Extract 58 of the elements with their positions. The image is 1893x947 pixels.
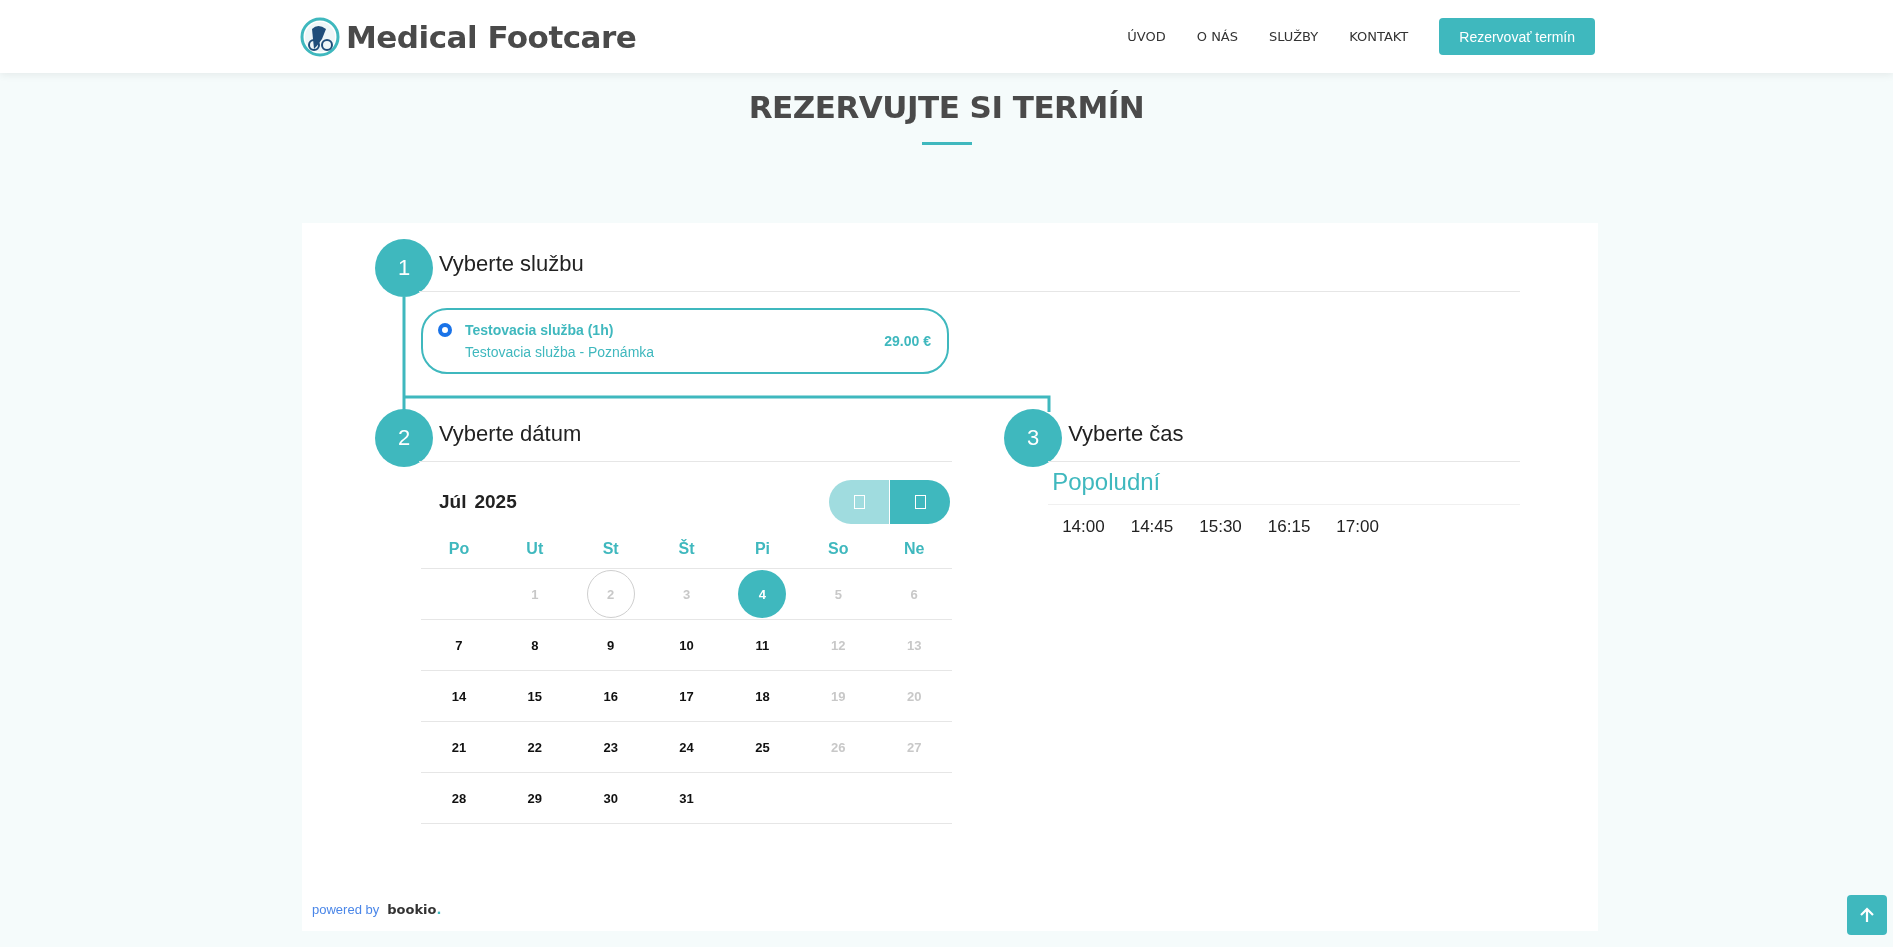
step-number: 2 [375,409,433,467]
calendar-day[interactable]: 22 [510,723,559,771]
arrow-up-icon [1860,907,1874,923]
calendar-day[interactable]: 8 [510,621,559,669]
calendar-day[interactable]: 16 [586,672,635,720]
weekday-label: Po [448,540,470,558]
service-note: Testovacia služba - Poznámka [465,344,656,360]
time-slot[interactable]: 14:00 [1062,517,1105,537]
calendar-day[interactable]: 28 [434,774,483,822]
step-title: Vyberte čas [1048,421,1520,462]
calendar-day[interactable]: 30 [586,774,635,822]
next-month-button[interactable] [890,480,951,524]
month-label: Júl [439,491,467,513]
weekday-label: Št [678,540,695,558]
year-label: 2025 [474,491,517,513]
square-icon [853,495,865,509]
brand-logo[interactable]: bookio. [387,902,442,917]
back-to-top-button[interactable] [1847,895,1887,935]
weekday-label: So [828,540,849,558]
calendar-day[interactable]: 18 [738,672,787,720]
time-slot[interactable]: 16:15 [1267,517,1311,537]
weekday-label: St [602,540,619,558]
calendar-day[interactable]: 9 [586,621,635,669]
logo-text[interactable]: Medical Footcare [346,18,637,55]
time-slot[interactable]: 17:00 [1336,517,1379,537]
calendar-day[interactable]: 25 [738,723,787,771]
time-slot[interactable]: 15:30 [1199,517,1242,537]
calendar-day[interactable]: 14 [434,672,483,720]
calendar-day[interactable]: 15 [510,672,559,720]
calendar-day[interactable]: 24 [662,723,711,771]
service-name: Testovacia služba (1h) [465,322,615,338]
service-price: 29.00 € [884,333,931,349]
nav-link[interactable]: KONTAKT [1349,29,1409,44]
weekday-label: Pi [754,540,770,558]
calendar-day[interactable]: 10 [662,621,711,669]
calendar-day[interactable]: 21 [434,723,483,771]
calendar-day[interactable]: 23 [586,723,635,771]
nav-link[interactable]: ÚVOD [1127,29,1166,44]
calendar-day[interactable]: 29 [510,774,559,822]
time-slot[interactable]: 14:45 [1130,517,1174,537]
step-number: 3 [1004,409,1063,467]
step-title: Vyberte službu [419,251,1520,292]
weekday-label: Ne [903,540,925,558]
step-title: Vyberte dátum [419,421,953,462]
calendar-day[interactable]: 7 [434,621,483,669]
calendar-day[interactable]: 11 [738,621,787,669]
calendar-day[interactable]: 17 [662,672,711,720]
calendar-day[interactable]: 31 [662,774,711,822]
radio-button[interactable] [439,324,451,336]
step-number: 1 [375,239,433,297]
weekday-label: Ut [526,540,544,558]
powered-by-text: powered by [312,902,380,917]
nav-link[interactable]: O NÁS [1196,29,1238,44]
square-icon [914,495,926,509]
page-title: REZERVUJTE SI TERMÍN [747,89,1146,125]
nav-link[interactable]: SLUŽBY [1269,29,1319,44]
foot-logo-icon [300,16,340,57]
time-section-label: Popoludní [1048,462,1520,505]
